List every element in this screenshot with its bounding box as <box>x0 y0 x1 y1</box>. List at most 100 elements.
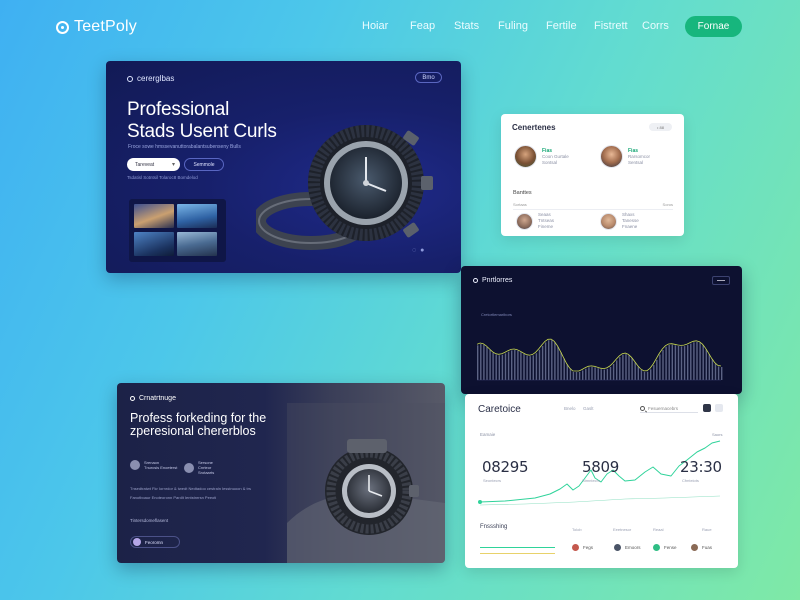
nav-cta-button[interactable]: Fornae <box>685 16 742 37</box>
promo-button[interactable]: Feoromn <box>130 536 180 548</box>
chart-bar <box>489 349 491 380</box>
column-header: Tolob <box>572 527 582 532</box>
chart-bar <box>646 371 649 380</box>
chart-bar <box>483 344 485 380</box>
hero-brand-label: cererglbas <box>137 74 175 83</box>
logo-icon <box>56 20 69 34</box>
chart-bar <box>501 354 504 380</box>
trend-point <box>478 500 482 504</box>
promo-brand: Crnatrtnuge <box>130 395 176 402</box>
nav-link-4[interactable]: Fuling <box>498 20 546 32</box>
nav-link-7[interactable]: Corrs <box>642 20 682 32</box>
brand-logo[interactable]: TeetPoly <box>56 18 137 36</box>
chart-bar <box>659 354 661 380</box>
nav-link-2[interactable]: Feap <box>410 20 454 32</box>
logo-icon <box>127 75 133 82</box>
logo-icon <box>473 278 478 283</box>
chart-bar <box>544 342 547 380</box>
contacts-section-title: Banttes <box>513 190 532 196</box>
chart-bar <box>609 367 612 380</box>
chart-bar <box>612 364 615 380</box>
hero-select[interactable]: Tareveat <box>127 158 180 171</box>
contacts-row-header: Sortaas Soros <box>513 202 673 207</box>
chart-bar <box>631 358 633 380</box>
legend-label: Fense <box>664 545 677 550</box>
contact-line2: Rarsomcor <box>628 153 651 159</box>
contact-name: Seaas <box>538 212 551 217</box>
contact-line2: Tanesse <box>622 218 639 223</box>
chart-bar <box>662 350 664 380</box>
avatar <box>184 462 194 473</box>
chart-bar <box>637 366 639 380</box>
contacts-row-left: Sortaas <box>513 202 527 207</box>
legend-line <box>480 553 555 554</box>
chart-bar <box>671 344 673 380</box>
contact-line3: Fineme <box>538 224 554 229</box>
avatar <box>130 460 140 470</box>
promo-card: Crnatrtnuge Profess forkeding for the zp… <box>117 383 445 563</box>
thumbnail-grid <box>129 199 226 262</box>
hero-title-line2: Stads Usent Curls <box>127 121 277 142</box>
chart-bar <box>588 367 590 380</box>
legend-label: Emoors <box>625 545 641 550</box>
carousel-controls[interactable]: ◌● <box>412 247 428 254</box>
trend-line-secondary <box>479 495 721 506</box>
avatar <box>514 145 537 168</box>
chart-bar <box>551 340 553 380</box>
chart-bar <box>507 351 510 380</box>
chart-bar <box>653 365 655 380</box>
chart-bar <box>578 372 581 380</box>
chart-bar <box>693 342 695 380</box>
stat-sub-2: Stmntecrs <box>582 478 601 483</box>
menu-icon[interactable] <box>712 276 730 285</box>
section-title: Fnssshing <box>480 524 508 530</box>
chart-bar <box>721 367 723 380</box>
chart-bar <box>600 369 602 380</box>
chart-bar <box>529 356 531 380</box>
chart-bar <box>683 346 686 380</box>
chart-bar <box>511 350 513 380</box>
hero-title-line1: Professional <box>127 99 230 120</box>
chart-bar <box>495 354 497 380</box>
contact-item[interactable]: Fias Rarsomcor Sentsal <box>600 145 650 168</box>
contact-item[interactable]: Fias Coon Gurtale Sontsal <box>514 145 569 168</box>
chart-bar <box>569 369 572 380</box>
promo-author-meta: Sersone Cnrteor Srotaarts <box>198 460 214 475</box>
contact-line3: Fnaene <box>622 224 638 229</box>
chart-bar <box>668 345 670 380</box>
chart-bar <box>585 368 587 380</box>
hero-pill-button[interactable]: Bmo <box>415 72 442 83</box>
nav-link-5[interactable]: Fertile <box>546 20 594 32</box>
chart-bar <box>705 349 707 380</box>
logo-icon <box>130 396 135 401</box>
chart-bar <box>628 355 630 380</box>
chart-bar <box>650 369 652 380</box>
chart-bar <box>690 343 692 380</box>
nav-link-3[interactable]: Stats <box>454 20 498 32</box>
chart-bar <box>656 359 658 380</box>
thumbnail-2[interactable] <box>177 204 217 228</box>
chart-bar <box>532 355 534 380</box>
contact-item[interactable]: Seaas Tntseas Fineme <box>516 212 554 230</box>
promo-body: Tnsedtratwt Fkr Iornrdor & twedt Nedtado… <box>130 486 251 500</box>
promo-author: Srenaon Tnurcsis Enoeterst <box>130 460 177 470</box>
chart-bar <box>643 371 646 380</box>
chart-bar <box>711 359 714 380</box>
thumbnail-3[interactable] <box>134 232 174 256</box>
hero-button[interactable]: Semmole <box>184 158 224 171</box>
avatar <box>600 145 623 168</box>
thumbnail-1[interactable] <box>134 204 174 228</box>
nav-link-1[interactable]: Hoiar <box>362 20 410 32</box>
thumbnail-4[interactable] <box>177 232 217 256</box>
contacts-toggle[interactable]: • 88 <box>649 123 672 131</box>
nav-link-6[interactable]: Fistrett <box>594 20 642 32</box>
contact-line2: Tntseas <box>538 218 555 223</box>
contact-item[interactable]: Shaxs Tanesse Fnaene <box>600 212 639 230</box>
brand-name: TeetPoly <box>74 18 137 35</box>
stat-sub-1: Seontecrs <box>483 478 502 483</box>
legend-label: Fuas <box>702 545 713 550</box>
contact-meta: Fias Rarsomcor Sentsal <box>628 148 650 166</box>
chart-bar <box>526 355 528 380</box>
chart-bar <box>687 345 689 380</box>
chart-bar <box>619 357 621 380</box>
